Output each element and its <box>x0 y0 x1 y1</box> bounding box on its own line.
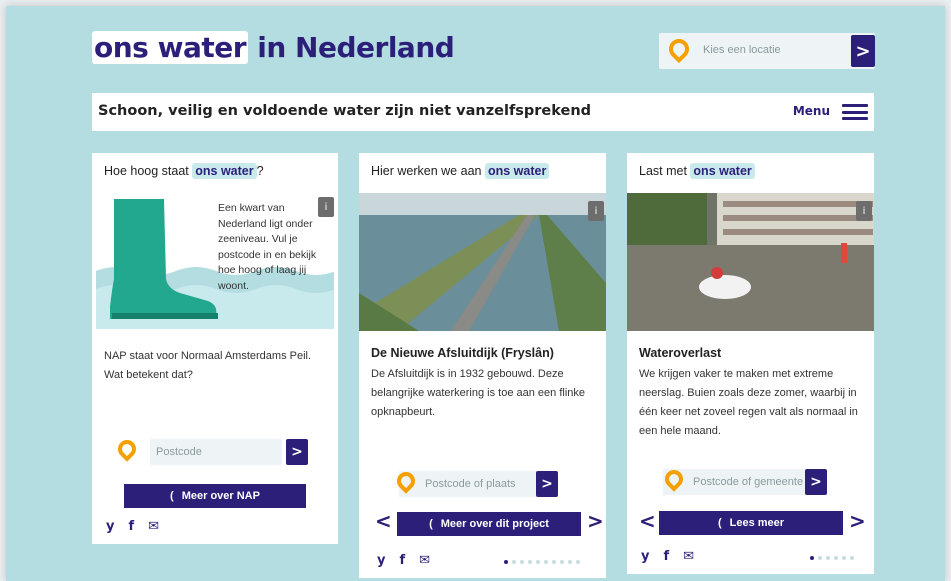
card-flooding: Last met ons water i Wateroverlast We kr… <box>627 153 874 574</box>
photo-info-icon[interactable]: i <box>318 197 334 217</box>
logo-highlight: ons water <box>92 31 249 64</box>
postcode-municipality-field[interactable]: Postcode of gemeente > <box>661 466 827 495</box>
carousel-dot[interactable] <box>504 560 508 564</box>
card-body: NAP staat voor Normaal Amsterdams Peil. … <box>104 350 312 381</box>
postcode-submit-button[interactable]: > <box>536 471 558 497</box>
card-headline: Wateroverlast <box>639 346 722 360</box>
logo-text: in Nederland <box>248 31 455 64</box>
read-more-button[interactable]: (Lees meer <box>659 511 843 535</box>
wave-icon: ( <box>429 518 433 530</box>
carousel-next-icon[interactable]: > <box>849 509 866 533</box>
location-pin-icon <box>664 34 694 64</box>
mail-icon[interactable]: ✉ <box>683 549 694 564</box>
illustration-text: Een kwart van Nederland ligt onder zeeni… <box>218 202 317 292</box>
postcode-submit-button[interactable]: > <box>805 469 827 495</box>
tagline: Schoon, veilig en voldoende water zijn n… <box>98 103 592 119</box>
card-title: Hoe hoog staat ons water? <box>104 163 264 179</box>
facebook-icon[interactable]: f <box>663 549 669 564</box>
twitter-icon[interactable]: y <box>377 553 385 568</box>
carousel-dot[interactable] <box>834 556 838 560</box>
photo-info-icon[interactable]: i <box>856 201 872 221</box>
carousel-dot[interactable] <box>560 560 564 564</box>
afsluitdijk-photo <box>359 193 606 331</box>
location-search-button[interactable]: > <box>851 35 875 67</box>
card-title: Hier werken we aan ons water <box>371 163 550 179</box>
carousel-dot[interactable] <box>552 560 556 564</box>
card-headline: De Nieuwe Afsluitdijk (Fryslân) <box>371 346 554 360</box>
carousel-dot[interactable] <box>536 560 540 564</box>
more-nap-button[interactable]: (Meer over NAP <box>124 484 306 508</box>
chevron-right-icon: > <box>291 444 303 460</box>
location-search-input[interactable]: Kies een locatie <box>703 44 781 56</box>
facebook-icon[interactable]: f <box>128 519 134 534</box>
carousel-dot[interactable] <box>520 560 524 564</box>
wave-icon: ( <box>170 490 174 502</box>
carousel-dot[interactable] <box>544 560 548 564</box>
location-pin-icon <box>114 436 140 462</box>
facebook-icon[interactable]: f <box>399 553 405 568</box>
social-links: y f ✉ <box>106 519 159 534</box>
carousel-dots[interactable] <box>504 560 580 564</box>
card-project: Hier werken we aan ons water i De Nieuwe… <box>359 153 606 578</box>
postcode-municipality-input[interactable]: Postcode of gemeente <box>693 476 803 488</box>
carousel-dots[interactable] <box>810 556 854 560</box>
carousel-next-icon[interactable]: > <box>587 509 604 533</box>
location-search[interactable]: Kies een locatie > <box>659 33 875 69</box>
site-logo[interactable]: ons water in Nederland <box>92 31 455 64</box>
flooding-photo <box>627 193 874 331</box>
more-project-button[interactable]: (Meer over dit project <box>397 512 581 536</box>
location-pin-icon <box>393 468 419 494</box>
tagline-bar: Schoon, veilig en voldoende water zijn n… <box>92 93 874 131</box>
card-title: Last met ons water <box>639 163 755 179</box>
carousel-dot[interactable] <box>576 560 580 564</box>
postcode-submit-button[interactable]: > <box>286 439 308 465</box>
postcode-place-input[interactable]: Postcode of plaats <box>425 478 516 490</box>
postcode-place-field[interactable]: Postcode of plaats > <box>393 468 558 497</box>
carousel-dot[interactable] <box>818 556 822 560</box>
carousel-dot[interactable] <box>810 556 814 560</box>
twitter-icon[interactable]: y <box>641 549 649 564</box>
carousel-prev-icon[interactable]: < <box>375 509 392 533</box>
mail-icon[interactable]: ✉ <box>419 553 430 568</box>
hamburger-icon[interactable] <box>842 104 868 120</box>
chevron-right-icon: > <box>541 476 553 492</box>
page: ons water in Nederland Kies een locatie … <box>6 6 945 581</box>
carousel-dot[interactable] <box>568 560 572 564</box>
location-pin-icon <box>661 466 687 492</box>
card-body: De Afsluitdijk is in 1932 gebouwd. Deze … <box>371 368 586 418</box>
twitter-icon[interactable]: y <box>106 519 114 534</box>
carousel-dot[interactable] <box>528 560 532 564</box>
carousel-dot[interactable] <box>850 556 854 560</box>
chevron-right-icon: > <box>855 40 871 62</box>
photo-info-icon[interactable]: i <box>588 201 604 221</box>
chevron-right-icon: > <box>810 474 822 490</box>
postcode-input[interactable]: Postcode <box>156 446 202 458</box>
carousel-dot[interactable] <box>512 560 516 564</box>
card-nap: Hoe hoog staat ons water? Een kwart van … <box>92 153 338 544</box>
social-links: y f ✉ <box>641 549 694 564</box>
carousel-prev-icon[interactable]: < <box>639 509 656 533</box>
menu-label[interactable]: Menu <box>793 104 830 118</box>
carousel-dot[interactable] <box>826 556 830 560</box>
mail-icon[interactable]: ✉ <box>148 519 159 534</box>
boot-illustration: Een kwart van Nederland ligt onder zeeni… <box>96 189 334 329</box>
wave-icon: ( <box>717 517 722 529</box>
carousel-dot[interactable] <box>842 556 846 560</box>
postcode-field[interactable]: Postcode > <box>114 436 308 465</box>
card-body: We krijgen vaker te maken met extreme ne… <box>639 368 858 437</box>
social-links: y f ✉ <box>377 553 430 568</box>
